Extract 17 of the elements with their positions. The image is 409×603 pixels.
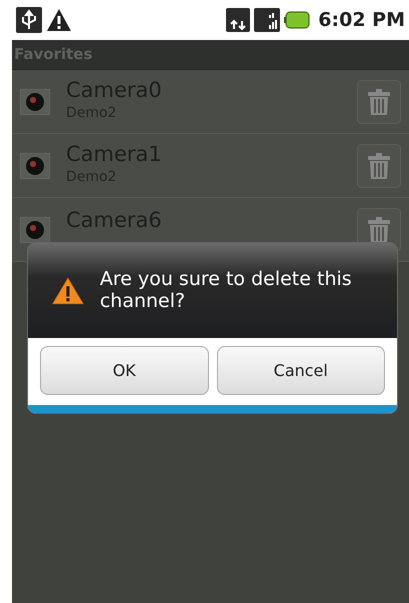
signal-icon	[254, 8, 280, 32]
dialog-button[interactable]: Cancel	[216, 346, 385, 395]
trash-icon	[368, 216, 390, 242]
warning-icon	[46, 8, 72, 32]
camera-icon	[20, 216, 50, 242]
clock-time: 6:02 PM	[318, 8, 405, 33]
camera-icon	[20, 152, 50, 178]
camera-icon	[20, 88, 50, 114]
trash-icon	[368, 88, 390, 114]
delete-button[interactable]	[357, 144, 401, 188]
trash-icon	[368, 152, 390, 178]
data-network-icon	[226, 8, 250, 32]
delete-button[interactable]	[357, 80, 401, 124]
dialog-message: Are you sure to delete this channel?	[100, 268, 353, 312]
usb-icon	[16, 7, 42, 33]
dialog-button[interactable]: OK	[40, 346, 208, 395]
battery-icon	[284, 11, 310, 29]
